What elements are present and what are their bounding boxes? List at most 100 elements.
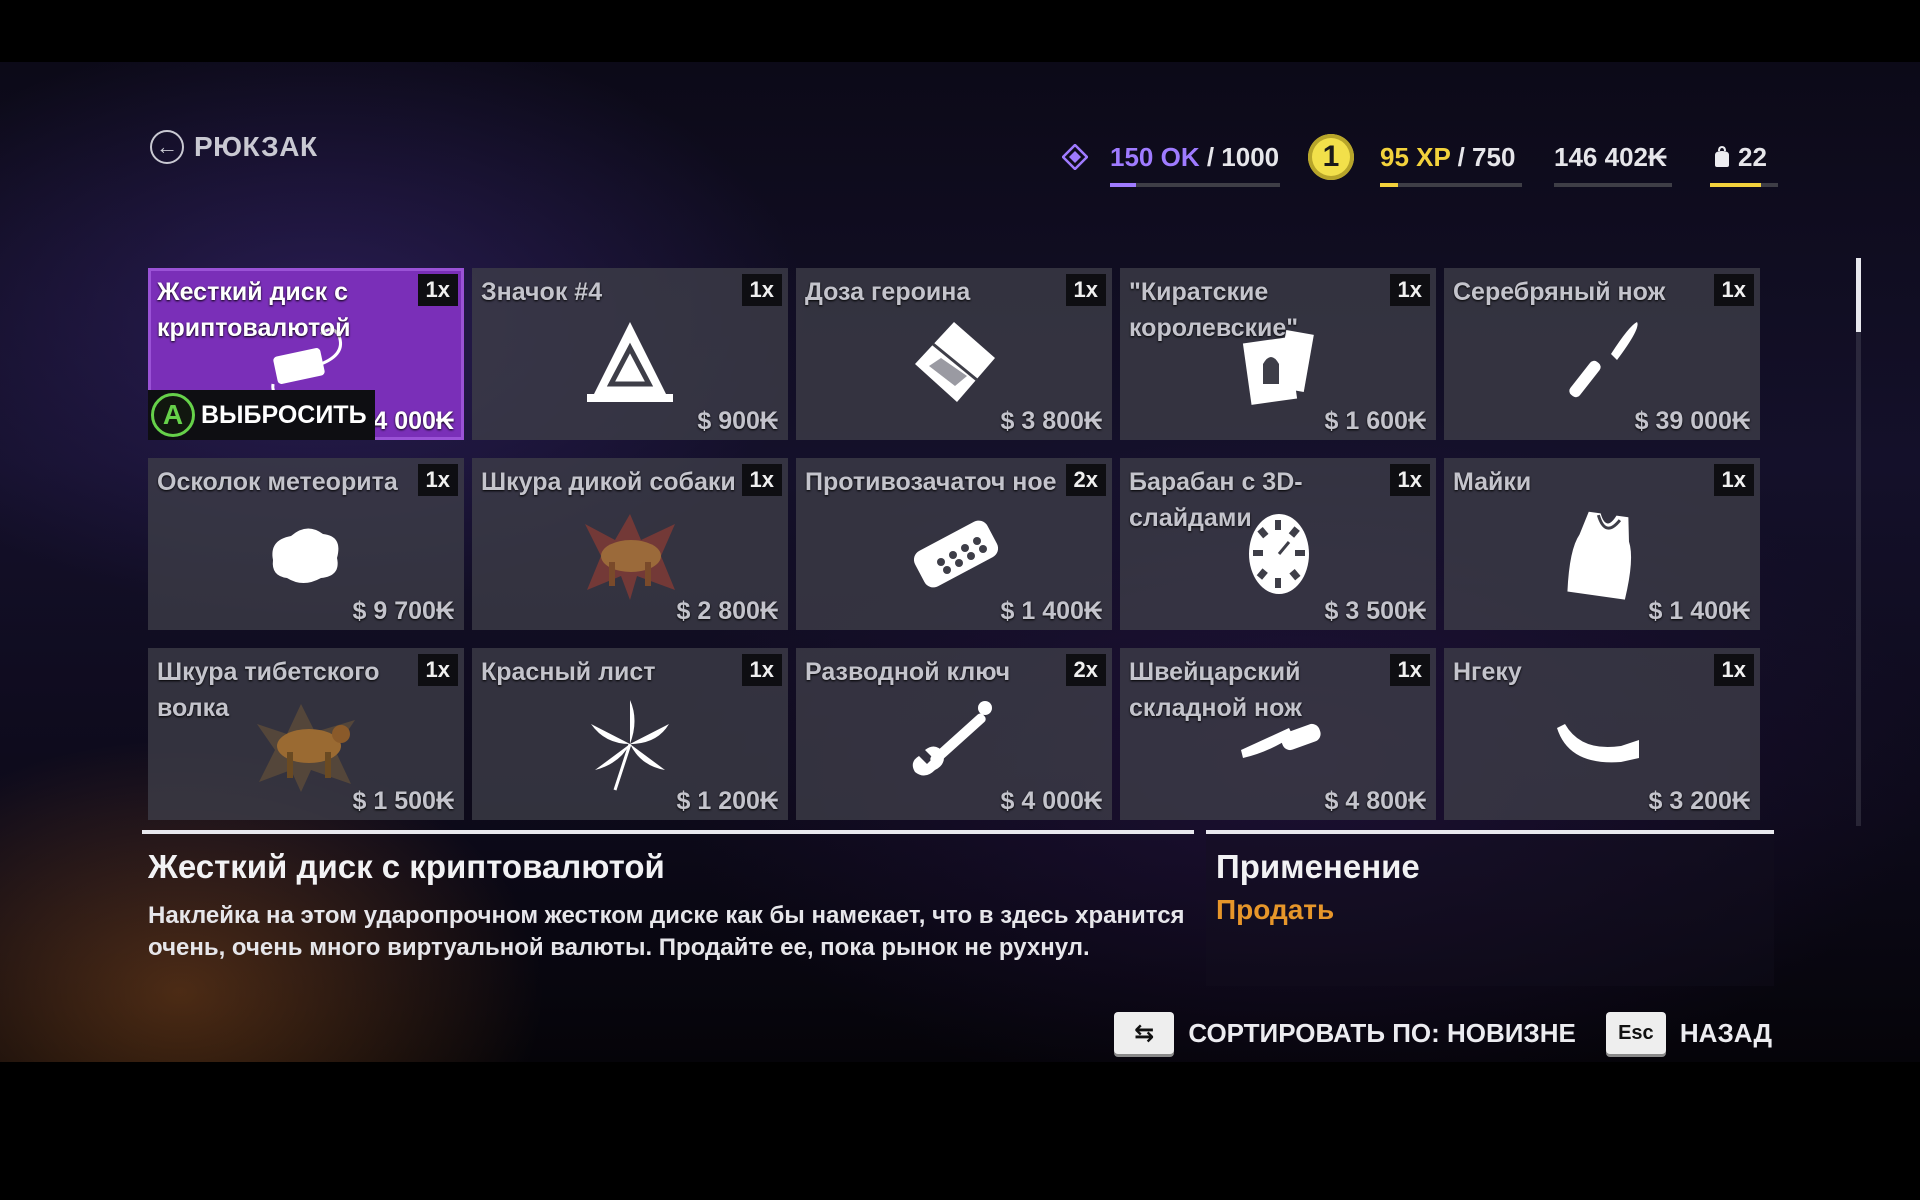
meteorite-icon (251, 504, 361, 604)
knife-icon (1547, 314, 1657, 414)
inventory-item[interactable]: Шкура дикой собаки 1x $ 2 800₭ (472, 458, 788, 630)
item-quantity-badge: 1x (417, 464, 458, 496)
bag-capacity: 22 (1710, 142, 1778, 187)
inventory-item[interactable]: Красный лист 1x $ 1 200₭ (472, 648, 788, 820)
item-price: $ 3 500₭ (1324, 597, 1426, 625)
scrollbar-thumb[interactable] (1856, 258, 1861, 332)
item-quantity-badge: 1x (1713, 464, 1754, 496)
bag-count: 22 (1738, 142, 1767, 172)
usage-panel: Применение Продать (1206, 830, 1774, 986)
inventory-item[interactable]: Доза героина 1x $ 3 800₭ (796, 268, 1112, 440)
tank-top-icon (1547, 504, 1657, 604)
xp-progress-bar (1380, 183, 1522, 187)
item-name: Жесткий диск с криптовалютой (157, 278, 351, 342)
item-quantity-badge: 1x (417, 274, 458, 306)
inventory-item[interactable]: Барабан с 3D-слайдами 1x $ 3 500₭ (1120, 458, 1436, 630)
inventory-grid: Жесткий диск с криптовалютой 1x 34 000₭ A ВЫ… (148, 268, 1762, 820)
item-name: Швейцарский складной нож (1129, 658, 1302, 722)
item-price: $ 9 700₭ (352, 597, 454, 625)
level-badge: 1 (1308, 134, 1354, 180)
dog-pelt-icon (575, 504, 685, 604)
item-name: Противозачаточ ное (805, 468, 1057, 496)
ok-max: / 1000 (1206, 142, 1280, 172)
item-price: $ 1 400₭ (1000, 597, 1102, 625)
ok-value: 150 OK (1110, 142, 1200, 172)
inventory-item[interactable]: Противозачаточ ное 2x $ 1 400₭ (796, 458, 1112, 630)
item-price: $ 900₭ (697, 407, 778, 435)
item-name: Нгеку (1453, 658, 1522, 686)
item-quantity-badge: 1x (417, 654, 458, 686)
item-price: $ 3 200₭ (1648, 787, 1750, 815)
inventory-item[interactable]: Нгеку 1x $ 3 200₭ (1444, 648, 1760, 820)
item-title: Жесткий диск с криптовалютой (148, 848, 665, 885)
drop-label: ВЫБРОСИТЬ (201, 400, 367, 429)
inventory-item[interactable]: Осколок метеорита 1x $ 9 700₭ (148, 458, 464, 630)
item-quantity-badge: 1x (1713, 654, 1754, 686)
inventory-scrollbar[interactable] (1856, 258, 1861, 826)
item-name: Доза героина (805, 278, 971, 306)
wrench-icon (899, 694, 1009, 794)
item-name: Шкура тибетского волка (157, 658, 380, 722)
bag-icon (1715, 145, 1729, 167)
inventory-item[interactable]: Майки 1x $ 1 400₭ (1444, 458, 1760, 630)
item-name: Барабан с 3D-слайдами (1129, 468, 1303, 532)
xp-max: / 750 (1457, 142, 1516, 172)
item-quantity-badge: 1x (741, 274, 782, 306)
item-price: $ 1 400₭ (1648, 597, 1750, 625)
sort-key-icon[interactable]: ⇆ (1114, 1012, 1175, 1054)
badge-icon (575, 314, 685, 414)
item-price: $ 1 600₭ (1324, 407, 1426, 435)
item-price: $ 1 200₭ (676, 787, 778, 815)
item-quantity-badge: 2x (1065, 464, 1106, 496)
item-quantity-badge: 2x (1065, 654, 1106, 686)
item-price: $ 1 500₭ (352, 787, 454, 815)
item-description-panel: Жесткий диск с криптовалютой Наклейка на… (142, 830, 1194, 964)
inventory-item[interactable]: Серебряный нож 1x $ 39 000₭ (1444, 268, 1760, 440)
leaf-icon (575, 694, 685, 794)
item-quantity-badge: 1x (1389, 654, 1430, 686)
inventory-item[interactable]: Значок #4 1x $ 900₭ (472, 268, 788, 440)
esc-key[interactable]: Esc (1605, 1012, 1666, 1054)
horn-icon (1547, 694, 1657, 794)
inventory-item[interactable]: Шкура тибетского волка 1x $ 1 500₭ (148, 648, 464, 820)
page-title: РЮКЗАК (194, 131, 318, 162)
item-name: Осколок метеорита (157, 468, 398, 496)
item-price: $ 2 800₭ (676, 597, 778, 625)
inventory-item[interactable]: "Киратские королевские" 1x $ 1 600₭ (1120, 268, 1436, 440)
xp-points: 95 XP / 750 (1380, 142, 1522, 187)
item-quantity-badge: 1x (1389, 274, 1430, 306)
item-name: Шкура дикой собаки (481, 468, 736, 496)
footer-controls: ⇆ СОРТИРОВАТЬ ПО: НОВИЗНЕ Esc НАЗАД (1114, 1012, 1772, 1054)
ok-points: 150 OK / 1000 (1110, 142, 1280, 187)
a-button-icon: A (151, 393, 195, 437)
item-quantity-badge: 1x (1713, 274, 1754, 306)
ok-progress-bar (1110, 183, 1280, 187)
item-quantity-badge: 1x (741, 654, 782, 686)
item-name: Разводной ключ (805, 658, 1011, 686)
sort-button[interactable]: СОРТИРОВАТЬ ПО: НОВИЗНЕ (1188, 1018, 1576, 1049)
item-quantity-badge: 1x (1389, 464, 1430, 496)
sell-action[interactable]: Продать (1216, 894, 1774, 926)
item-name: Серебряный нож (1453, 278, 1666, 306)
xp-value: 95 XP (1380, 142, 1451, 172)
back-label[interactable]: НАЗАД (1680, 1018, 1772, 1049)
back-button[interactable]: ← РЮКЗАК (150, 130, 318, 164)
bag-progress-bar (1710, 183, 1778, 187)
drop-button[interactable]: A ВЫБРОСИТЬ (148, 390, 375, 440)
item-name: Майки (1453, 468, 1532, 496)
item-quantity-badge: 1x (741, 464, 782, 496)
item-price: $ 4 800₭ (1324, 787, 1426, 815)
powder-bag-icon (899, 314, 1009, 414)
item-price: $ 39 000₭ (1634, 407, 1750, 435)
item-description: Наклейка на этом ударопрочном жестком ди… (148, 902, 1185, 961)
back-arrow-icon: ← (150, 130, 184, 164)
inventory-item[interactable]: Разводной ключ 2x $ 4 000₭ (796, 648, 1112, 820)
inventory-item[interactable]: Жесткий диск с криптовалютой 1x 34 000₭ A ВЫ… (148, 268, 464, 440)
usage-title: Применение (1216, 848, 1420, 885)
player-stats: 150 OK / 1000 1 95 XP / 750 146 402₭ 22 (1060, 134, 1778, 192)
money-bar (1554, 183, 1672, 187)
item-price: $ 3 800₭ (1000, 407, 1102, 435)
inventory-item[interactable]: Швейцарский складной нож 1x $ 4 800₭ (1120, 648, 1436, 820)
money-value: 146 402₭ (1554, 142, 1667, 172)
pill-pack-icon (899, 504, 1009, 604)
